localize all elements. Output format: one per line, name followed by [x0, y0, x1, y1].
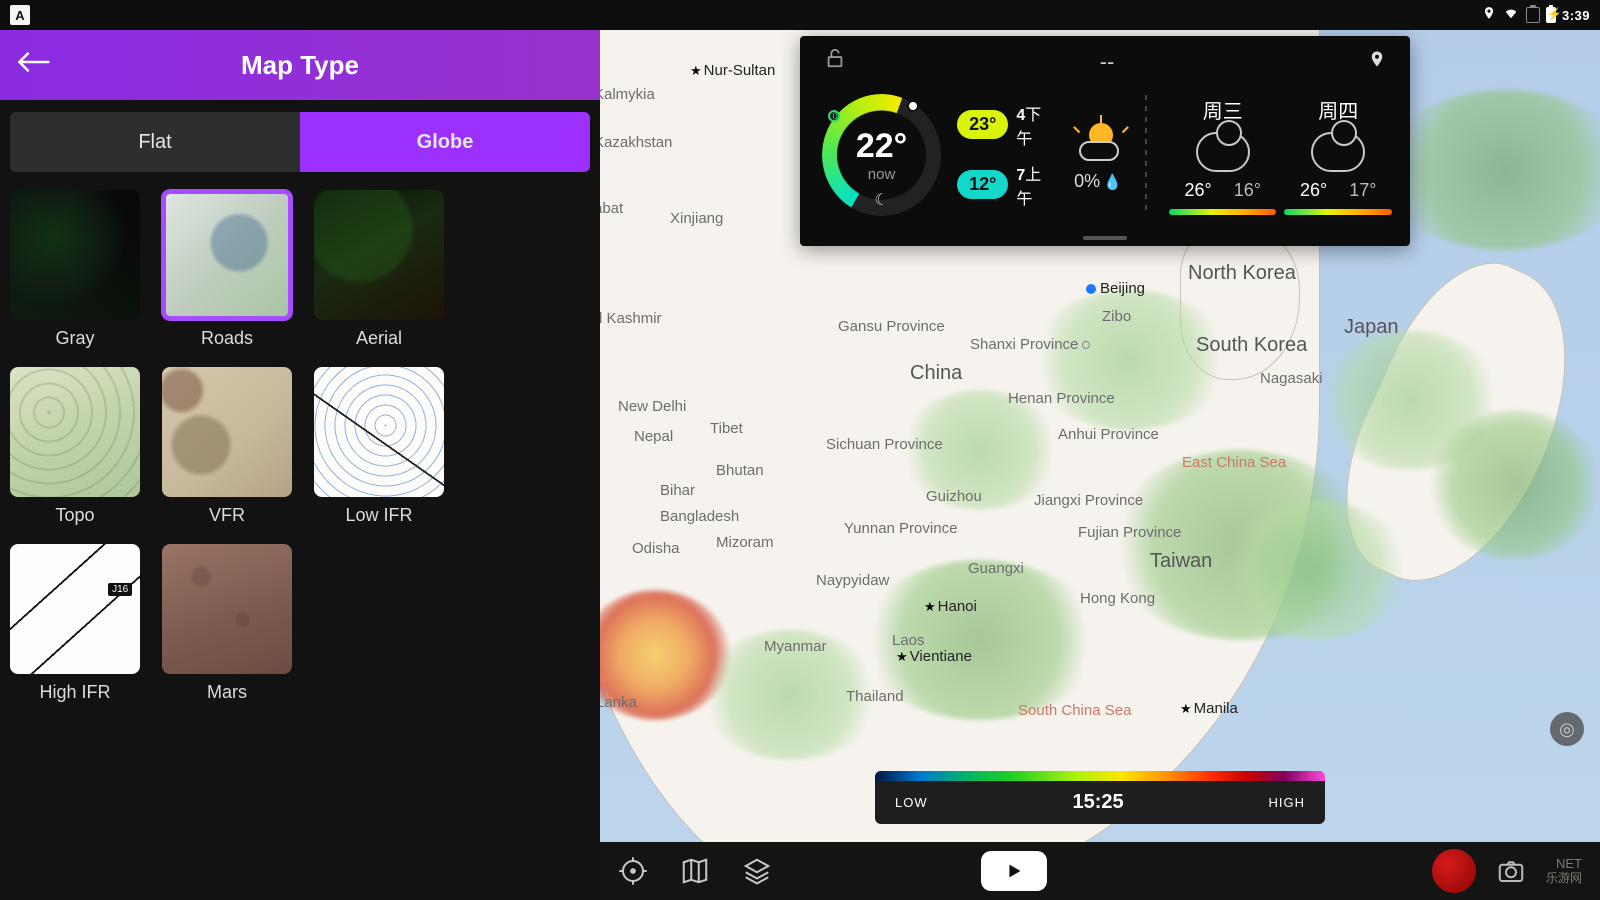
legend-high: HIGH [1269, 795, 1306, 810]
forecast-day-2[interactable]: 周四 26° 17° [1284, 95, 1392, 215]
city-label: ★Vientiane [896, 648, 972, 665]
precip-chance: 0%💧 [1074, 171, 1122, 192]
city-label: ★Nur-Sultan [690, 62, 775, 79]
map-type-label: Gray [55, 328, 94, 349]
forecast-day-1[interactable]: 周三 26° 16° [1169, 95, 1277, 215]
status-clock: 3:39 [1562, 8, 1590, 23]
map-type-aerial[interactable]: Aerial [314, 190, 444, 349]
status-bar: A ⚡ 3:39 [0, 0, 1600, 30]
map-type-mars[interactable]: Mars [162, 544, 292, 703]
sim-icon [1526, 7, 1540, 23]
forecast-lo: 17° [1349, 180, 1376, 201]
low-temp-pill: 12° [957, 170, 1008, 199]
map-type-highifr[interactable]: High IFR [10, 544, 140, 703]
cloudy-icon [1311, 132, 1365, 172]
map-type-label: VFR [209, 505, 245, 526]
play-button[interactable] [981, 851, 1047, 891]
panel-header: Map Type [0, 30, 600, 100]
city-label: ★Manila [1180, 700, 1238, 717]
weather-widget[interactable]: -- 22° now ☾ 23° 4下午 12° 7上午 [800, 36, 1410, 246]
forecast-hi: 26° [1300, 180, 1327, 201]
bottom-toolbar: NET乐游网 [600, 842, 1600, 900]
partly-cloudy-icon [1073, 117, 1123, 163]
city-label: ★Hanoi [924, 598, 977, 615]
forecast-hi: 26° [1184, 180, 1211, 201]
tab-globe[interactable]: Globe [300, 112, 590, 172]
location-icon [1482, 5, 1496, 25]
now-label: now [868, 166, 896, 183]
map-type-label: High IFR [39, 682, 110, 703]
forecast-day-label: 周三 [1203, 95, 1243, 124]
forecast-day-label: 周四 [1318, 95, 1358, 124]
temperature-gauge: 22° now ☾ [818, 90, 945, 220]
map-type-gray[interactable]: Gray [10, 190, 140, 349]
high-temp-pill: 23° [957, 110, 1008, 139]
map-type-label: Mars [207, 682, 247, 703]
app-badge: A [10, 5, 30, 25]
wifi-icon [1502, 6, 1520, 24]
radar-time: 15:25 [1072, 791, 1123, 814]
high-temp-time: 4下午 [1016, 101, 1055, 149]
forecast-lo: 16° [1234, 180, 1261, 201]
lens-button[interactable]: ◎ [1550, 712, 1584, 746]
map-type-label: Aerial [356, 328, 402, 349]
back-button[interactable] [16, 46, 50, 85]
watermark: NET乐游网 [1546, 857, 1582, 884]
drag-handle[interactable] [1083, 236, 1127, 240]
unlock-icon[interactable] [824, 46, 846, 77]
map-type-grid: Gray Roads Aerial Topo VFR Low IFR High … [0, 184, 600, 709]
map-canvas[interactable]: Kalmykia Kazakhstan ★Nur-Sultan abat Xin… [600, 30, 1600, 842]
map-type-label: Topo [55, 505, 94, 526]
battery-icon: ⚡ [1546, 7, 1556, 23]
camera-button[interactable] [1496, 856, 1526, 886]
map-type-label: Roads [201, 328, 253, 349]
panel-title: Map Type [50, 50, 550, 81]
layers-button[interactable] [742, 856, 772, 886]
tab-flat[interactable]: Flat [10, 112, 300, 172]
cloudy-icon [1196, 132, 1250, 172]
moon-icon: ☾ [874, 190, 888, 210]
locate-button[interactable] [618, 856, 648, 886]
radar-legend[interactable]: LOW 15:25 HIGH [875, 771, 1325, 824]
map-button[interactable] [680, 856, 710, 886]
brand-logo [1432, 849, 1476, 893]
current-temp: 22° [856, 127, 907, 166]
map-type-panel: Map Type Flat Globe Gray Roads Aerial To… [0, 30, 600, 900]
location-name: -- [1100, 49, 1115, 75]
city-label: Beijing [1086, 280, 1145, 297]
legend-low: LOW [895, 795, 928, 810]
map-type-topo[interactable]: Topo [10, 367, 140, 526]
map-type-lowifr[interactable]: Low IFR [314, 367, 444, 526]
map-type-label: Low IFR [345, 505, 412, 526]
low-temp-time: 7上午 [1016, 161, 1055, 209]
map-type-roads[interactable]: Roads [162, 190, 292, 349]
map-type-vfr[interactable]: VFR [162, 367, 292, 526]
projection-tabs: Flat Globe [0, 100, 600, 184]
spectrum-bar [875, 771, 1325, 781]
pin-icon[interactable] [1368, 47, 1386, 77]
